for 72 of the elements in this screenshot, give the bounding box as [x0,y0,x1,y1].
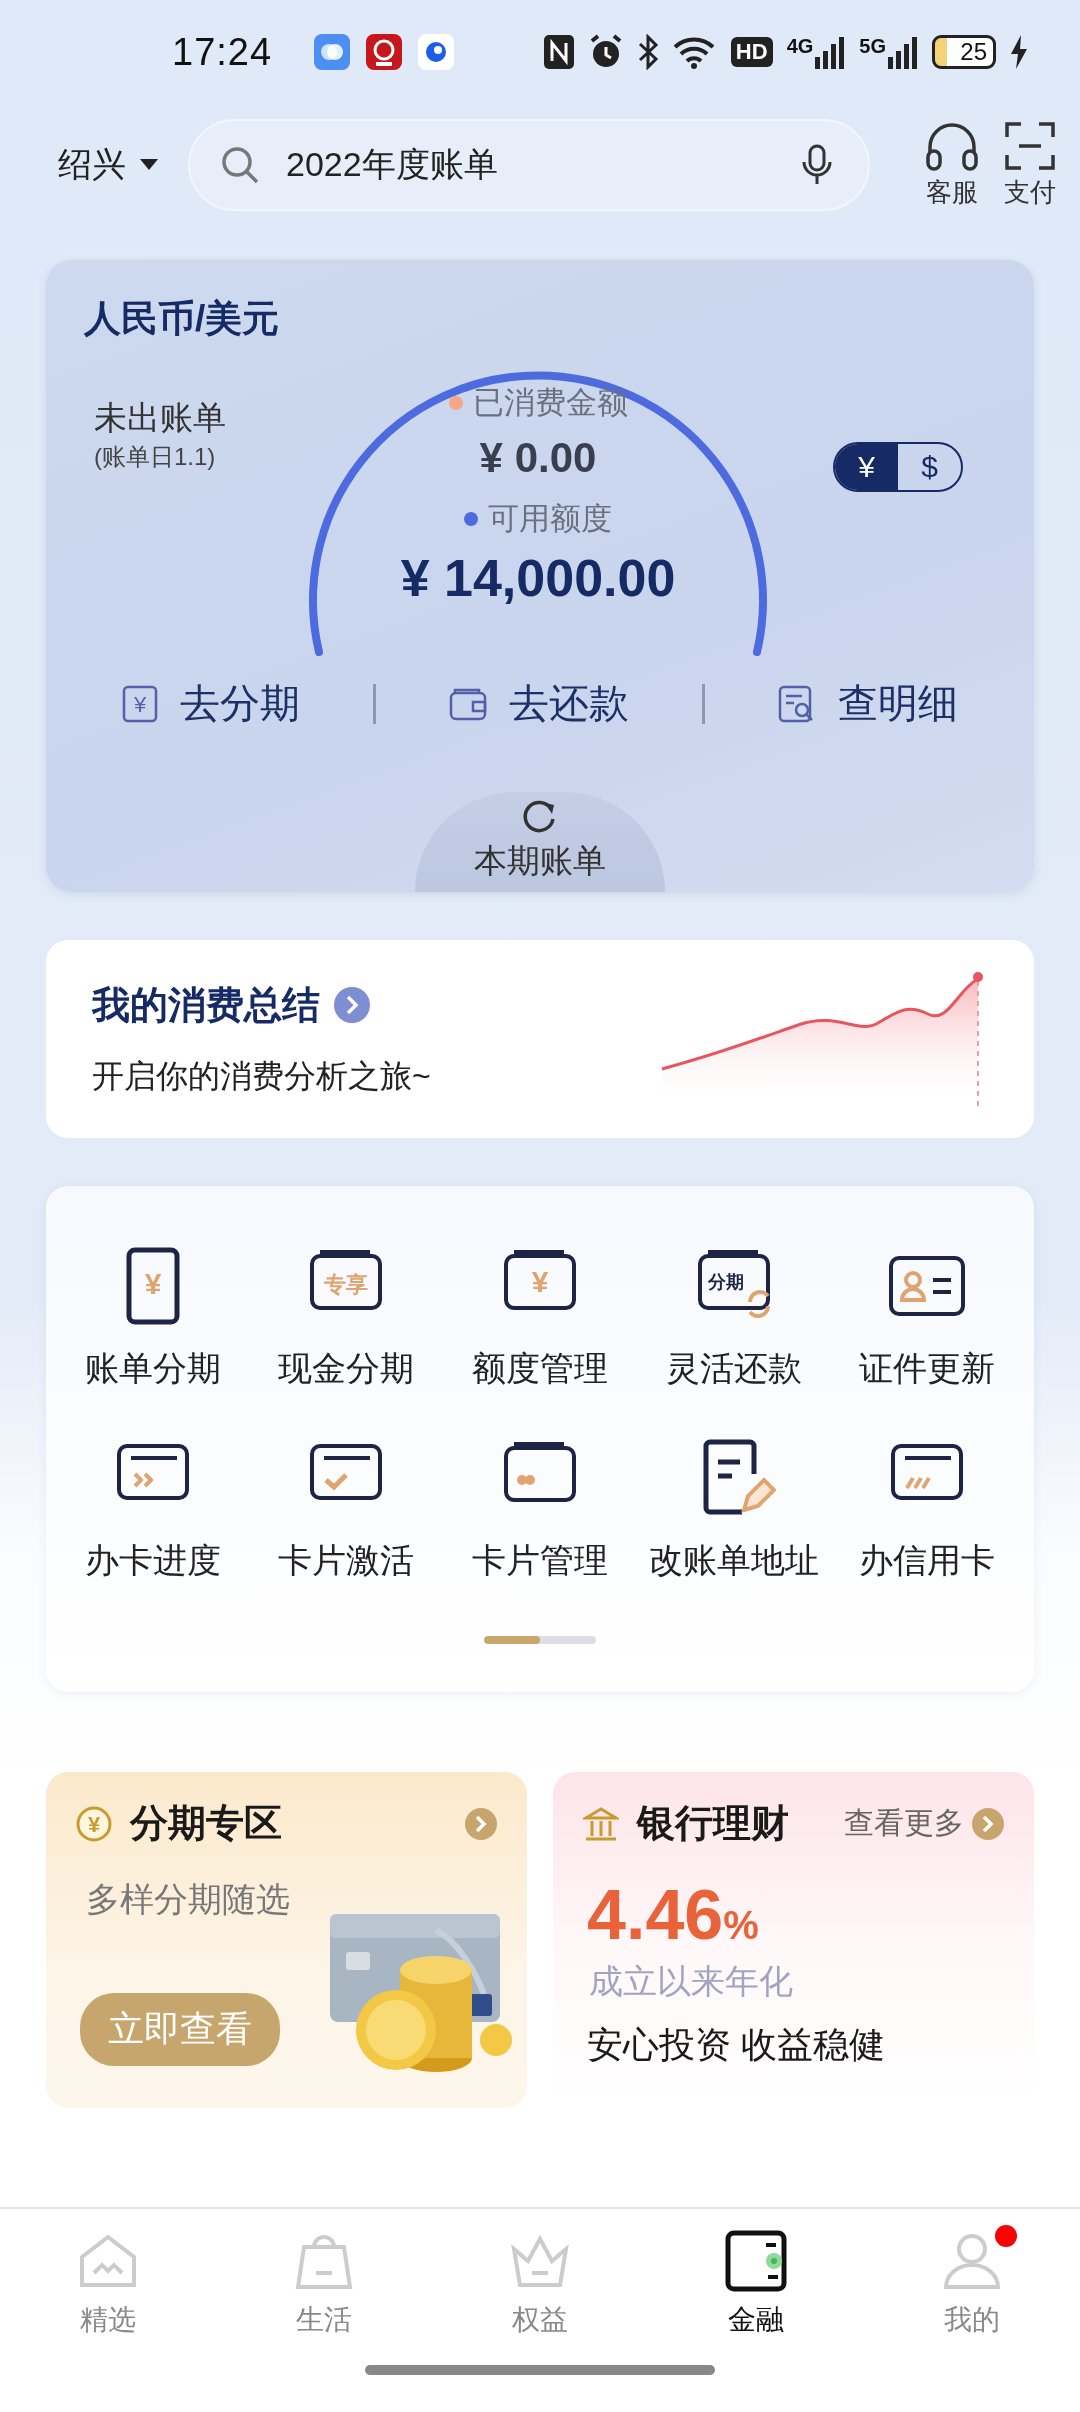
payment-button[interactable]: 支付 [1004,120,1056,210]
bluetooth-icon [636,34,659,70]
promo-title: 银行理财 [637,1801,789,1846]
app-notification-icon [314,34,351,70]
service-item[interactable]: 办卡进度 [56,1436,250,1584]
wifi-icon [672,35,717,69]
bill-status: 未出账单 [94,398,226,438]
signal-icon [888,35,918,69]
service-item[interactable]: ¥ 额度管理 [443,1244,637,1392]
promo-slogan: 安心投资 收益稳健 [587,2023,885,2067]
legend-dot [464,512,478,526]
microphone-icon[interactable] [802,144,832,186]
yen-coin-icon: ¥ [76,1805,112,1842]
service-item[interactable]: 办信用卡 [830,1436,1024,1584]
card-action-button[interactable]: 查明细 [777,676,958,731]
service-item[interactable]: 卡片激活 [249,1436,444,1584]
return-rate: 4.46% [587,1875,759,1955]
currency-option[interactable]: $ [898,444,961,490]
search-field[interactable]: 2022年度账单 [188,119,870,211]
network-type: 4G [786,35,814,58]
available-amount: ¥ 14,000.00 [400,548,676,608]
network-type: 5G [859,35,886,58]
service-item[interactable]: 证件更新 [830,1244,1024,1392]
scan-icon [1005,120,1055,171]
wallet-icon [724,2229,788,2293]
card-action-button[interactable]: 去还款 [449,676,629,731]
nav-tab[interactable]: 金融 [691,2229,821,2339]
current-bill-tab[interactable]: 本期账单 [415,792,665,892]
nav-tab[interactable]: 权益 [475,2229,605,2339]
chevron-icon[interactable] [465,1807,497,1840]
nav-tab[interactable]: 精选 [43,2229,173,2339]
caret-icon [140,159,158,171]
card-action-button[interactable]: ¥ 去分期 [122,676,301,731]
nfc-icon [542,34,575,70]
app-notification-icon [418,34,455,70]
customer-service-button[interactable]: 客服 [924,120,980,210]
yen-icon: ¥ [122,684,159,723]
clock-time: 17:24 [172,30,273,74]
service-item[interactable]: 专享 现金分期 [249,1244,444,1392]
headset-icon [924,120,980,171]
legend-dot [448,396,463,410]
bank-icon [583,1805,619,1842]
hd-voice-indicator: HD [730,37,773,67]
bill-date: (账单日1.1) [94,442,216,472]
available-label: 可用额度 [488,500,612,538]
service-item[interactable]: 分期 灵活还款 [636,1244,831,1392]
see-more-link[interactable]: 查看更多 [844,1803,1004,1844]
nav-tab[interactable]: 生活 [259,2229,389,2339]
chevron-icon[interactable] [334,987,370,1023]
city-selector[interactable]: 绍兴 [58,142,158,188]
chevron-icon [972,1807,1004,1840]
summary-subtitle: 开启你的消费分析之旅~ [92,1056,431,1096]
service-item[interactable]: 卡片管理 [443,1436,637,1584]
service-item[interactable]: 改账单地址 [636,1436,831,1584]
promo-title: 分期专区 [130,1801,282,1846]
spent-amount: ¥ 0.00 [479,434,597,482]
currency-option[interactable]: ¥ [835,444,898,490]
card-title: 人民币/美元 [84,297,280,341]
service-item[interactable]: ¥ 账单分期 [56,1244,250,1392]
promo-subtitle: 多样分期随选 [86,1879,290,1920]
nav-tab[interactable]: 我的 [907,2229,1037,2339]
rate-caption: 成立以来年化 [589,1961,793,2002]
summary-title[interactable]: 我的消费总结 [92,979,320,1031]
installment-card[interactable]: ¥ 分期专区 多样分期随选 立即查看 [46,1772,527,2108]
alarm-icon [588,34,623,70]
search-icon [220,145,260,185]
wallet-icon [449,686,487,721]
battery-level: 25 [932,35,996,69]
charging-icon [1010,35,1028,69]
app-notification-icon [366,34,403,70]
spent-label: 已消费金额 [472,384,628,422]
signal-icon [815,35,846,69]
